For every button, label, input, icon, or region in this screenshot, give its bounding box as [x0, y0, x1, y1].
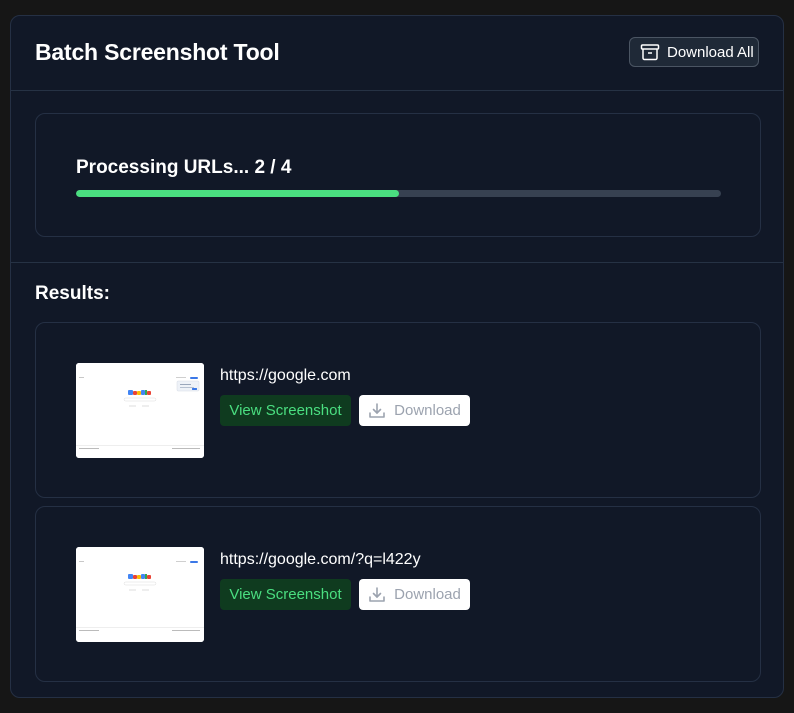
- download-icon: [368, 586, 386, 604]
- view-screenshot-button[interactable]: View Screenshot: [220, 395, 351, 426]
- download-button[interactable]: Download: [359, 395, 470, 426]
- results-heading: Results:: [35, 283, 110, 304]
- batch-tool-panel: Batch Screenshot Tool Download All Proce…: [10, 15, 784, 698]
- download-label: Download: [394, 402, 461, 419]
- result-url: https://google.com/?q=l422y: [220, 551, 421, 568]
- section-divider: [11, 262, 783, 263]
- result-card: https://google.com/?q=l422y View Screens…: [35, 506, 761, 682]
- download-all-label: Download All: [667, 43, 754, 61]
- progress-card: Processing URLs... 2 / 4: [35, 113, 761, 237]
- result-url: https://google.com: [220, 367, 351, 384]
- progress-bar-fill: [76, 190, 399, 197]
- download-icon: [368, 402, 386, 420]
- screenshot-thumbnail[interactable]: [76, 547, 204, 642]
- view-screenshot-button[interactable]: View Screenshot: [220, 579, 351, 610]
- screenshot-thumbnail[interactable]: [76, 363, 204, 458]
- archive-icon: [640, 43, 660, 61]
- result-card: https://google.com View Screenshot Downl…: [35, 322, 761, 498]
- download-label: Download: [394, 586, 461, 603]
- header: Batch Screenshot Tool Download All: [11, 16, 783, 91]
- progress-bar: [76, 190, 721, 197]
- download-button[interactable]: Download: [359, 579, 470, 610]
- page-title: Batch Screenshot Tool: [35, 39, 280, 65]
- progress-label: Processing URLs... 2 / 4: [76, 157, 292, 178]
- download-all-button[interactable]: Download All: [629, 37, 759, 67]
